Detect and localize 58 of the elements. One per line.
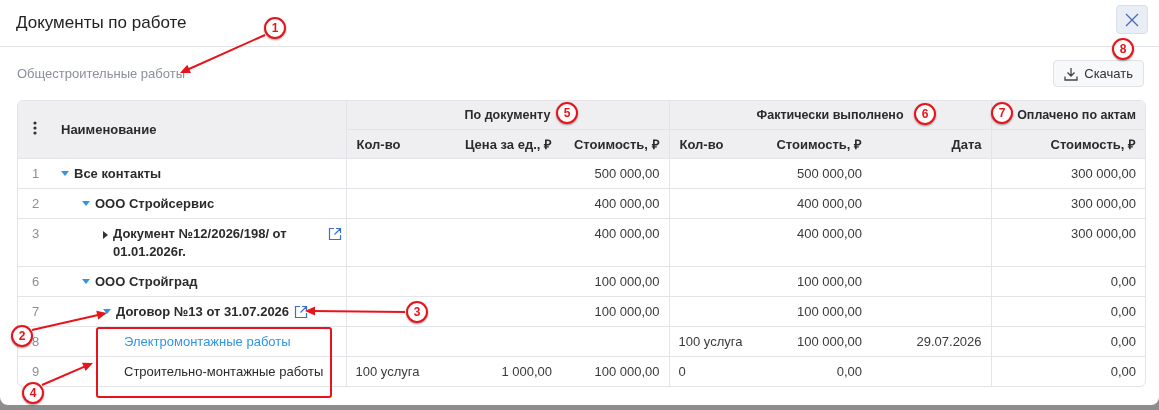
dialog-title: Документы по работе	[16, 13, 187, 33]
table-cell: 500 000,00	[796, 166, 863, 181]
table-cell: 0,00	[1110, 364, 1137, 379]
expand-icon[interactable]	[103, 231, 108, 239]
column-header: Стоимость, ₽	[991, 129, 1145, 159]
table-cell: 0	[678, 364, 686, 379]
table-cell: 100 000,00	[594, 364, 660, 379]
table-cell: 300 000,00	[1071, 166, 1137, 181]
row-number: 6	[18, 266, 51, 297]
column-header: Кол-во	[669, 129, 767, 159]
table-cell: 300 000,00	[1071, 226, 1137, 241]
table-cell: 100 000,00	[796, 334, 863, 349]
table-cell: 300 000,00	[1071, 196, 1137, 211]
column-group-header: По документу	[464, 108, 551, 122]
external-link-icon[interactable]	[327, 227, 342, 241]
annotation-arrow	[41, 362, 93, 386]
column-header: Стоимость, ₽	[561, 129, 670, 159]
table-cell: 100 000,00	[796, 274, 863, 289]
table-cell: 100 услуга	[678, 334, 743, 349]
table-cell: 0,00	[836, 364, 863, 379]
row-number: 3	[18, 218, 51, 267]
column-header: Цена за ед., ₽	[446, 129, 561, 159]
item-name: Договор №13 от 31.07.2026	[116, 303, 290, 321]
item-name: Строительно-монтажные работы	[124, 363, 324, 381]
column-header: Наименование	[51, 101, 346, 159]
item-name: Все контакты	[74, 165, 162, 183]
table-cell: 0,00	[1110, 304, 1137, 319]
table-cell: 400 000,00	[796, 196, 863, 211]
item-name: ООО Стройсервис	[95, 195, 215, 213]
table-cell: 500 000,00	[594, 166, 660, 181]
section-subtitle: Общестроительные работы	[17, 66, 185, 81]
item-name: ООО Стройград	[95, 273, 198, 291]
column-group-header: Фактически выполнено	[756, 108, 904, 122]
row-number: 2	[18, 188, 51, 219]
column-header: Кол-во	[346, 129, 446, 159]
table-cell: 1 000,00	[501, 364, 552, 379]
table-cell: 0,00	[1110, 274, 1137, 289]
table-cell: 100 000,00	[594, 274, 660, 289]
row-number: 1	[18, 158, 51, 189]
table-cell: 100 000,00	[594, 304, 660, 319]
column-header: Стоимость, ₽	[766, 129, 872, 159]
table-cell: 100 000,00	[796, 304, 863, 319]
table-cell: 100 услуга	[355, 364, 420, 379]
table-cell: 400 000,00	[796, 226, 863, 241]
download-icon	[1064, 66, 1079, 81]
download-button[interactable]: Скачать	[1053, 60, 1144, 87]
table-cell: 29.07.2026	[916, 334, 982, 349]
table-cell: 400 000,00	[594, 196, 660, 211]
table-cell: 0,00	[1110, 334, 1137, 349]
external-link-icon[interactable]	[294, 305, 309, 319]
more-icon[interactable]	[32, 121, 37, 135]
item-name: Электромонтажные работы	[124, 333, 291, 351]
table-cell: 400 000,00	[594, 226, 660, 241]
column-group-header: Оплачено по актам	[1017, 108, 1137, 122]
close-icon	[1125, 12, 1139, 27]
column-header: Дата	[871, 129, 992, 159]
close-button[interactable]	[1116, 5, 1148, 34]
item-name: Документ №12/2026/198/ от 01.01.2026г.	[113, 225, 288, 261]
